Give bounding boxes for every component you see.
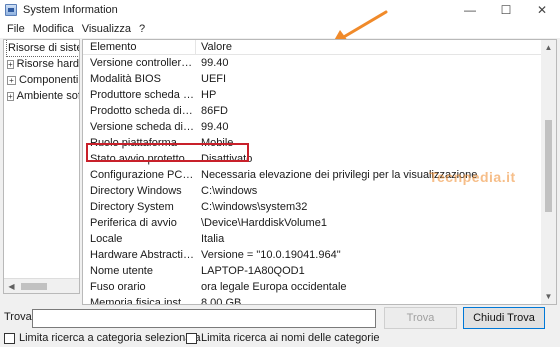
checkbox-box[interactable] (186, 332, 197, 344)
expand-icon[interactable]: + (7, 59, 14, 69)
table-row[interactable]: Periferica di avvio \Device\HarddiskVolum… (83, 215, 541, 231)
limit-names-checkbox[interactable]: Limita ricerca ai nomi delle categorie (186, 332, 380, 344)
table-row[interactable]: Locale Italia (83, 231, 541, 247)
minimize-button[interactable]: — (452, 0, 488, 20)
cell-element: Prodotto scheda di base (90, 105, 194, 117)
tree-item-label: Componenti (19, 74, 79, 86)
expand-icon[interactable]: + (7, 75, 16, 85)
cell-element: Produttore scheda di base (90, 89, 194, 101)
cell-value: Versione = "10.0.19041.964" (201, 249, 341, 261)
scroll-up-icon[interactable]: ▲ (541, 40, 556, 55)
cell-value: C:\windows\system32 (201, 201, 308, 213)
cell-element: Directory Windows (90, 185, 182, 197)
window-controls: — ☐ ✕ (452, 0, 560, 20)
tree-root-label: Risorse di sistema (6, 40, 79, 57)
cell-element: Nome utente (90, 265, 153, 277)
highlight-box (86, 143, 249, 162)
cell-value: ora legale Europa occidentale (201, 281, 347, 293)
column-header-elemento[interactable]: Elemento (90, 40, 136, 55)
find-label: Trova: (4, 311, 35, 323)
checkbox-label: Limita ricerca a categoria selezionata (19, 332, 201, 344)
table-row[interactable]: Memoria fisica installata (RAM) 8,00 GB (83, 295, 541, 305)
find-input[interactable] (32, 309, 376, 328)
table-row[interactable]: Hardware Abstraction Layer Versione = "10… (83, 247, 541, 263)
menu-modifica[interactable]: Modifica (29, 20, 78, 38)
tree-horizontal-scrollbar[interactable]: ◀ (4, 278, 79, 293)
cell-element: Directory System (90, 201, 174, 213)
column-divider[interactable] (195, 40, 196, 55)
list-header: Elemento Valore (83, 40, 541, 55)
cell-element: Hardware Abstraction Layer (90, 249, 194, 261)
cell-element: Periferica di avvio (90, 217, 177, 229)
menu-file[interactable]: File (3, 20, 29, 38)
details-list: Elemento Valore Versione controller inte… (82, 39, 557, 305)
checkbox-box[interactable] (4, 332, 15, 344)
cell-element: Fuso orario (90, 281, 146, 293)
scroll-left-icon[interactable]: ◀ (4, 279, 19, 294)
column-header-valore[interactable]: Valore (201, 40, 232, 55)
table-row[interactable]: Versione scheda di base 99.40 (83, 119, 541, 135)
tree-item-label: Risorse hardware (16, 58, 80, 70)
tree-item-label: Ambiente software (16, 90, 79, 102)
cell-element: Locale (90, 233, 123, 245)
cell-value: 99.40 (201, 121, 229, 133)
cell-value: HP (201, 89, 217, 101)
cell-value: LAPTOP-1A80QOD1 (201, 265, 305, 277)
title-bar: System Information — ☐ ✕ (0, 0, 560, 20)
list-vertical-scrollbar[interactable]: ▲ ▼ (541, 40, 556, 304)
cell-value: 8,00 GB (201, 297, 242, 305)
find-button[interactable]: Trova (384, 307, 457, 329)
table-row[interactable]: Fuso orario ora legale Europa occidentale (83, 279, 541, 295)
table-row[interactable]: Nome utente LAPTOP-1A80QOD1 (83, 263, 541, 279)
tree-item-ambiente-software[interactable]: + Ambiente software (4, 88, 79, 104)
system-information-icon (5, 4, 17, 16)
tree-item-risorse-hardware[interactable]: + Risorse hardware (4, 56, 79, 72)
scroll-thumb[interactable] (21, 282, 47, 290)
cell-element: Versione controller integrato (90, 57, 194, 69)
checkbox-label: Limita ricerca ai nomi delle categorie (201, 332, 380, 344)
table-row[interactable]: Modalità BIOS UEFI (83, 71, 541, 87)
category-tree[interactable]: Risorse di sistema + Risorse hardware + … (3, 39, 80, 294)
menu-visualizza[interactable]: Visualizza (78, 20, 135, 38)
expand-icon[interactable]: + (7, 91, 14, 101)
cell-value: 99.40 (201, 57, 229, 69)
scroll-down-icon[interactable]: ▼ (541, 289, 556, 304)
tree-item-risorse-di-sistema[interactable]: Risorse di sistema (4, 40, 79, 57)
table-row[interactable]: Prodotto scheda di base 86FD (83, 103, 541, 119)
table-row[interactable]: Directory Windows C:\windows (83, 183, 541, 199)
table-row[interactable]: Produttore scheda di base HP (83, 87, 541, 103)
cell-element: Modalità BIOS (90, 73, 161, 85)
cell-value: UEFI (201, 73, 227, 85)
table-row[interactable]: Directory System C:\windows\system32 (83, 199, 541, 215)
table-row[interactable]: Versione controller integrato 99.40 (83, 55, 541, 71)
menu-help[interactable]: ? (135, 20, 149, 38)
watermark: Tecnpedia.it (429, 169, 516, 185)
tree-item-componenti[interactable]: + Componenti (4, 72, 79, 88)
limit-category-checkbox[interactable]: Limita ricerca a categoria selezionata (4, 332, 201, 344)
cell-value: \Device\HarddiskVolume1 (201, 217, 327, 229)
close-find-button[interactable]: Chiudi Trova (463, 307, 545, 329)
menu-bar: File Modifica Visualizza ? (0, 20, 560, 38)
maximize-button[interactable]: ☐ (488, 0, 524, 20)
cell-value: 86FD (201, 105, 228, 117)
cell-value: Italia (201, 233, 225, 245)
cell-element: Versione scheda di base (90, 121, 194, 133)
cell-element: Memoria fisica installata (RAM) (90, 297, 194, 305)
window-title: System Information (23, 4, 118, 16)
cell-value: C:\windows (201, 185, 258, 197)
cell-element: Configurazione PCR7 (90, 169, 194, 181)
scroll-thumb[interactable] (545, 120, 552, 212)
close-button[interactable]: ✕ (524, 0, 560, 20)
